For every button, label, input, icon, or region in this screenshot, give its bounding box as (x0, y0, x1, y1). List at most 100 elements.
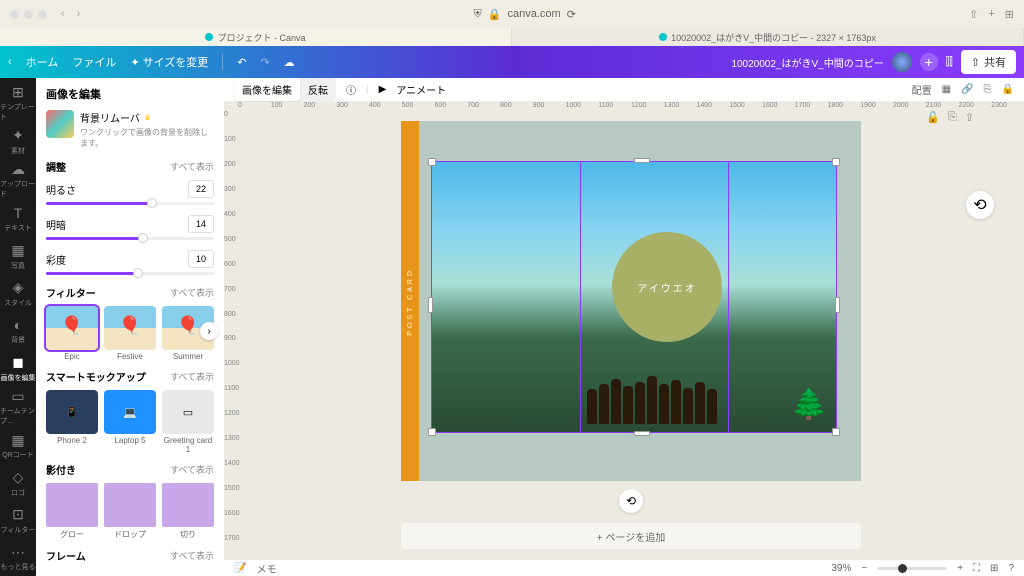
zoom-out-icon[interactable]: − (861, 563, 867, 574)
browser-tab[interactable]: 10020002_はがきV_中間のコピー - 2327 × 1763px (512, 28, 1024, 46)
resize-handle[interactable] (832, 158, 840, 166)
document-name[interactable]: 10020002_はがきV_中間のコピー (731, 55, 883, 70)
bg-remover-card[interactable]: 背景リムーバ♛ ワンクリックで画像の背景を削除します。 (46, 110, 214, 149)
flip-tab[interactable]: 反転 (300, 78, 336, 101)
page-lock-icon[interactable]: 🔓 (926, 111, 940, 124)
selected-image[interactable]: アイウエオ 🌲 (431, 161, 837, 433)
resize-handle[interactable] (428, 158, 436, 166)
rail-filter[interactable]: ⊡フィルター (0, 503, 36, 538)
brightness-slider[interactable] (46, 202, 214, 205)
resize-handle[interactable] (428, 297, 433, 313)
animate-button[interactable]: アニメート (396, 82, 446, 97)
refresh-icon[interactable]: ⟳ (567, 8, 576, 21)
template-icon: ⊞ (10, 84, 26, 100)
window-controls[interactable] (10, 10, 47, 19)
shadow-drop[interactable]: ドロップ (104, 483, 156, 540)
reset-view-button[interactable]: ⟲ (966, 191, 994, 219)
fullscreen-icon[interactable]: ⛶ (973, 563, 980, 574)
frame-show-all[interactable]: すべて表示 (170, 549, 214, 562)
rail-qrcode[interactable]: ▦QRコード (0, 428, 36, 463)
shadow-cut[interactable]: 切り (162, 483, 214, 540)
adjust-show-all[interactable]: すべて表示 (170, 160, 214, 173)
filter-epic[interactable]: Epic (46, 306, 98, 361)
avatar[interactable] (892, 52, 912, 72)
cloud-sync-icon[interactable]: ☁ (284, 56, 295, 69)
rail-templates[interactable]: ⊞テンプレート (0, 84, 36, 122)
photo-icon: ▦ (10, 243, 26, 259)
home-button[interactable]: ホーム (26, 54, 59, 70)
rail-styles[interactable]: ◈スタイル (0, 276, 36, 311)
resize-menu[interactable]: ✦サイズを変更 (130, 54, 208, 70)
resize-handle[interactable] (832, 428, 840, 436)
notes-icon: 📝 (234, 563, 246, 574)
contrast-slider[interactable] (46, 237, 214, 240)
info-icon[interactable]: ⓘ (346, 82, 356, 97)
rail-background[interactable]: ◐背景 (0, 314, 36, 349)
lock-icon[interactable]: 🔒 (1002, 84, 1014, 95)
resize-handle[interactable] (428, 428, 436, 436)
circle-shape[interactable]: アイウエオ (612, 232, 722, 342)
shadow-show-all[interactable]: すべて表示 (170, 463, 214, 476)
url-text[interactable]: canva.com (508, 8, 561, 20)
scroll-right-icon[interactable]: › (200, 322, 218, 340)
resize-handle[interactable] (634, 158, 650, 163)
postcard-sidebar[interactable]: POST CARD (401, 121, 419, 481)
share-icon[interactable]: ⇧ (969, 8, 978, 21)
mockup-show-all[interactable]: すべて表示 (170, 370, 214, 383)
rail-more[interactable]: ⋯もっと見る (0, 541, 36, 576)
add-member-button[interactable]: + (920, 53, 938, 71)
duplicate-icon[interactable]: ⎘ (984, 84, 992, 95)
mockup-phone[interactable]: 📱Phone 2 (46, 390, 98, 454)
zoom-level[interactable]: 39% (831, 563, 851, 574)
undo-icon[interactable]: ↶ (237, 56, 246, 69)
notes-button[interactable]: メモ (256, 561, 276, 576)
rail-edit-image[interactable]: ◼画像を編集 (0, 351, 36, 386)
zoom-slider[interactable] (877, 567, 947, 570)
add-page-button[interactable]: + ページを追加 (401, 523, 861, 549)
rail-photos[interactable]: ▦写真 (0, 239, 36, 274)
tabs-icon[interactable]: ⊞ (1005, 8, 1014, 21)
transparency-icon[interactable]: ▦ (942, 84, 951, 95)
grid-view-icon[interactable]: ⊞ (990, 563, 998, 574)
filter-show-all[interactable]: すべて表示 (170, 286, 214, 299)
design-page[interactable]: POST CARD アイウエオ 🌲 (401, 121, 861, 481)
position-button[interactable]: 配置 (912, 82, 932, 97)
rotate-handle[interactable]: ⟲ (619, 489, 643, 513)
link-icon[interactable]: 🔗 (961, 84, 973, 95)
zoom-in-icon[interactable]: + (957, 563, 963, 574)
rail-elements[interactable]: ✦素材 (0, 124, 36, 159)
edit-image-tab[interactable]: 画像を編集 (234, 78, 300, 101)
add-icon[interactable]: + (988, 8, 994, 21)
help-icon[interactable]: ? (1008, 563, 1014, 574)
resize-handle[interactable] (634, 431, 650, 436)
mockup-card[interactable]: ▭Greeting card 1 (162, 390, 214, 454)
contrast-value[interactable]: 14 (188, 215, 214, 233)
page-duplicate-icon[interactable]: ⎘ (948, 111, 957, 124)
back-chevron-icon[interactable]: ‹ (8, 56, 12, 68)
app-header: ‹ ホーム ファイル ✦サイズを変更 ↶ ↷ ☁ 10020002_はがきV_中… (0, 46, 1024, 78)
saturation-value[interactable]: 10 (188, 250, 214, 268)
filter-festive[interactable]: Festive (104, 306, 156, 361)
shadow-glow[interactable]: グロー (46, 483, 98, 540)
rail-logo[interactable]: ◇ロゴ (0, 466, 36, 501)
rail-uploads[interactable]: ☁アップロード (0, 161, 36, 199)
share-button[interactable]: ⇧ 共有 (961, 50, 1016, 74)
browser-tab[interactable]: プロジェクト - Canva (0, 28, 512, 46)
forward-icon[interactable]: › (77, 8, 81, 20)
background-icon: ◐ (10, 317, 26, 333)
people-silhouette[interactable] (552, 374, 752, 424)
redo-icon[interactable]: ↷ (260, 56, 269, 69)
back-icon[interactable]: ‹ (61, 8, 65, 20)
nav-arrows[interactable]: ‹ › (61, 8, 80, 20)
insights-icon[interactable]: ⫿⫿ (946, 56, 953, 69)
tree-silhouette[interactable]: 🌲 (791, 387, 828, 422)
page-delete-icon[interactable]: ⇧ (965, 111, 974, 124)
rail-team[interactable]: ▭チームテンプ… (0, 388, 36, 426)
file-menu[interactable]: ファイル (72, 54, 116, 70)
resize-handle[interactable] (835, 297, 840, 313)
horizontal-ruler: 0100200300400500600700800900100011001200… (224, 102, 1024, 111)
mockup-laptop[interactable]: 💻Laptop 5 (104, 390, 156, 454)
saturation-slider[interactable] (46, 272, 214, 275)
rail-text[interactable]: Tテキスト (0, 201, 36, 236)
brightness-value[interactable]: 22 (188, 180, 214, 198)
